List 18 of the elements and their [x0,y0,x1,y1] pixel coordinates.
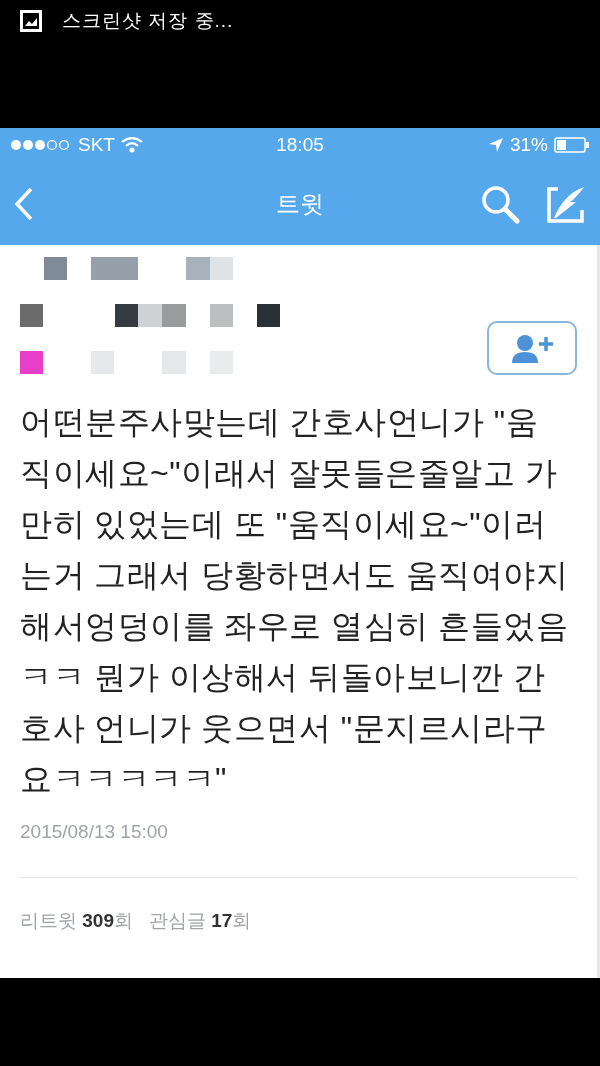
carrier-name: SKT [78,134,115,156]
location-arrow-icon [488,137,504,153]
battery-percent: 31% [510,134,548,156]
wifi-icon [120,137,143,153]
back-icon[interactable] [14,186,34,221]
notification-text: 스크린샷 저장 중... [62,9,234,33]
stat-count: 리트윗 309회 [20,909,133,933]
follow-button[interactable] [487,321,577,375]
page-title: 트윗 [276,189,324,217]
battery-icon [554,137,590,153]
clock-time: 18:05 [276,134,324,156]
stat-count: 관심글 17회 [149,909,252,933]
tweet-text: 어떤분주사맞는데 간호사언니가 "움직이세요~"이래서 잘못들은줄알고 가만히 있었는데 또 "움직이세요~"이러는거 그래서 당황하면서도 움직여야지해서엉덩이를 좌우로 열심히 흔들었음ㅋㅋ 뭔가 이상해서 뒤돌아보니깐 간호사 언니가 웃으면서 "문지르시라구요ㅋㅋㅋㅋㅋ" [20,403,570,799]
add-person-icon [510,333,554,363]
signal-icon [10,139,72,151]
search-icon[interactable] [480,183,520,224]
image-icon [20,10,42,32]
tweet-timestamp: 2015/08/13 15:00 [20,821,169,843]
